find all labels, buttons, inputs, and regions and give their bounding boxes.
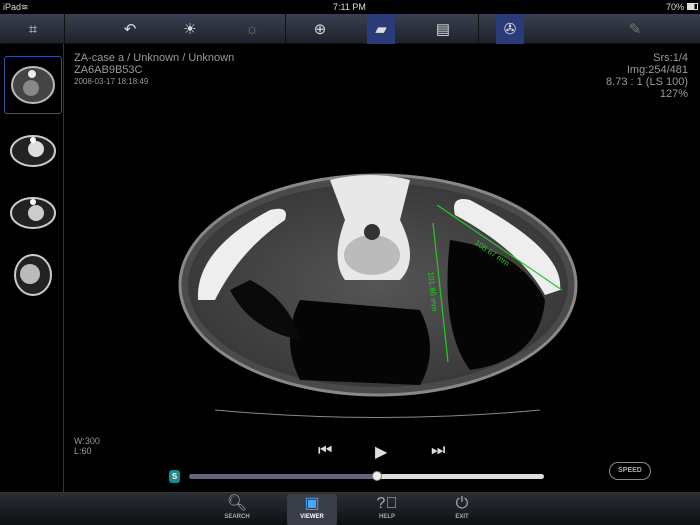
tab-bar: 🔍︎ SEARCH ▣ VIEWER ?⃝ HELP ⏻ EXIT [0,492,700,525]
tab-viewer[interactable]: ▣ VIEWER [287,494,337,525]
next-button[interactable]: ⏭ [431,442,445,460]
previous-button[interactable]: ⏮ [318,442,332,460]
window-level-value: L:60 [74,446,92,456]
viewer-icon: ▣ [304,495,320,512]
search-icon: 🔍︎ [226,495,248,512]
window-width: W:300 [74,436,100,446]
help-icon: ?⃝ [376,495,398,512]
image-slider[interactable] [189,471,544,481]
window-level: W:300 L:60 [74,436,100,456]
power-icon: ⏻ [455,495,469,512]
ct-image[interactable]: 108.67 mm 101.86 mm [0,0,700,525]
tab-search[interactable]: 🔍︎ SEARCH [212,494,262,525]
sync-badge[interactable]: S [169,470,180,483]
tab-help[interactable]: ?⃝ HELP [362,494,412,525]
play-button[interactable]: ▶ [375,442,387,462]
speed-button[interactable]: SPEED [609,462,651,480]
tab-exit[interactable]: ⏻ EXIT [437,494,487,525]
